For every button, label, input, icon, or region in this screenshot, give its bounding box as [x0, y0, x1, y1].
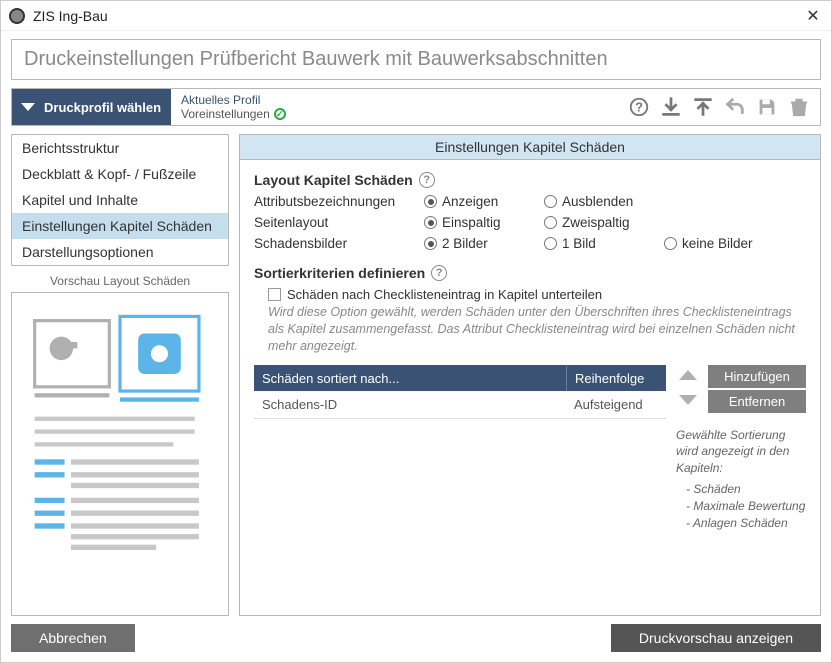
- help-icon[interactable]: ?: [628, 96, 650, 118]
- profile-picker-label: Druckprofil wählen: [44, 100, 161, 115]
- upload-icon[interactable]: [692, 96, 714, 118]
- profile-toolbar: Druckprofil wählen Aktuelles Profil Vore…: [11, 88, 821, 126]
- section-sort-heading: Sortierkriterien definieren: [254, 265, 425, 281]
- sort-row-col2: Aufsteigend: [566, 391, 666, 418]
- page-title: Druckeinstellungen Prüfbericht Bauwerk m…: [11, 39, 821, 80]
- preview-label: Vorschau Layout Schäden: [11, 274, 229, 288]
- sort-note: Gewählte Sortierung wird angezeigt in de…: [676, 427, 806, 532]
- cancel-button[interactable]: Abbrechen: [11, 624, 135, 652]
- radio-images-2[interactable]: 2 Bilder: [424, 236, 544, 251]
- profile-picker-button[interactable]: Druckprofil wählen: [12, 89, 171, 125]
- title-bar: ZIS Ing-Bau ✕: [1, 1, 831, 31]
- section-layout-heading: Layout Kapitel Schäden: [254, 172, 413, 188]
- nav-item-darstellungsoptionen[interactable]: Darstellungsoptionen: [12, 239, 228, 265]
- radio-images-none[interactable]: keine Bilder: [664, 236, 804, 251]
- sort-table-header: Schäden sortiert nach... Reihenfolge: [254, 366, 666, 391]
- close-icon[interactable]: ✕: [803, 6, 823, 26]
- radio-layout-einspaltig[interactable]: Einspaltig: [424, 215, 544, 230]
- print-preview-button[interactable]: Druckvorschau anzeigen: [611, 624, 821, 652]
- sort-row-col1: Schadens-ID: [254, 391, 566, 418]
- checkbox-subchapter[interactable]: Schäden nach Checklisteneintrag in Kapit…: [268, 287, 806, 302]
- row-images-label: Schadensbilder: [254, 236, 424, 251]
- window-title: ZIS Ing-Bau: [33, 8, 803, 24]
- add-sort-button[interactable]: Hinzufügen: [708, 365, 806, 388]
- preview-box: [11, 292, 229, 616]
- radio-images-1[interactable]: 1 Bild: [544, 236, 664, 251]
- nav-item-deckblatt[interactable]: Deckblatt & Kopf- / Fußzeile: [12, 161, 228, 187]
- app-icon: [9, 8, 25, 24]
- nav-list: Berichtsstruktur Deckblatt & Kopf- / Fuß…: [11, 134, 229, 266]
- save-icon[interactable]: [756, 96, 778, 118]
- nav-item-kapitel-inhalte[interactable]: Kapitel und Inhalte: [12, 187, 228, 213]
- row-attr-label: Attributsbezeichnungen: [254, 194, 424, 209]
- profile-info: Aktuelles Profil Voreinstellungen ✓: [171, 89, 296, 125]
- download-icon[interactable]: [660, 96, 682, 118]
- radio-attr-anzeigen[interactable]: Anzeigen: [424, 194, 544, 209]
- svg-text:?: ?: [635, 100, 643, 115]
- nav-item-einstellungen-schaeden[interactable]: Einstellungen Kapitel Schäden: [12, 213, 228, 239]
- radio-layout-zweispaltig[interactable]: Zweispaltig: [544, 215, 664, 230]
- window: ZIS Ing-Bau ✕ Druckeinstellungen Prüfber…: [0, 0, 832, 663]
- table-row[interactable]: Schadens-ID Aufsteigend: [254, 391, 666, 419]
- help-icon[interactable]: ?: [419, 172, 435, 188]
- move-down-button[interactable]: [676, 391, 700, 412]
- profile-current-value: Voreinstellungen: [181, 107, 270, 121]
- footer: Abbrechen Druckvorschau anzeigen: [1, 616, 831, 662]
- help-icon[interactable]: ?: [431, 265, 447, 281]
- sort-table: Schäden sortiert nach... Reihenfolge Sch…: [254, 365, 666, 532]
- remove-sort-button[interactable]: Entfernen: [708, 390, 806, 413]
- move-up-button[interactable]: [676, 366, 700, 387]
- row-layout-label: Seitenlayout: [254, 215, 424, 230]
- checkbox-subchapter-label: Schäden nach Checklisteneintrag in Kapit…: [287, 287, 602, 302]
- nav-item-berichtsstruktur[interactable]: Berichtsstruktur: [12, 135, 228, 161]
- chevron-down-icon: [16, 95, 40, 119]
- profile-current-label: Aktuelles Profil: [181, 93, 286, 107]
- panel-title: Einstellungen Kapitel Schäden: [240, 135, 820, 160]
- check-icon: ✓: [274, 108, 286, 120]
- layout-preview-icon: [24, 305, 216, 603]
- undo-icon[interactable]: [724, 96, 746, 118]
- checkbox-icon: [268, 288, 281, 301]
- sort-header-col2: Reihenfolge: [566, 366, 666, 391]
- radio-attr-ausblenden[interactable]: Ausblenden: [544, 194, 664, 209]
- checkbox-subchapter-hint: Wird diese Option gewählt, werden Schäde…: [268, 304, 806, 355]
- trash-icon[interactable]: [788, 96, 810, 118]
- sort-header-col1: Schäden sortiert nach...: [254, 366, 566, 391]
